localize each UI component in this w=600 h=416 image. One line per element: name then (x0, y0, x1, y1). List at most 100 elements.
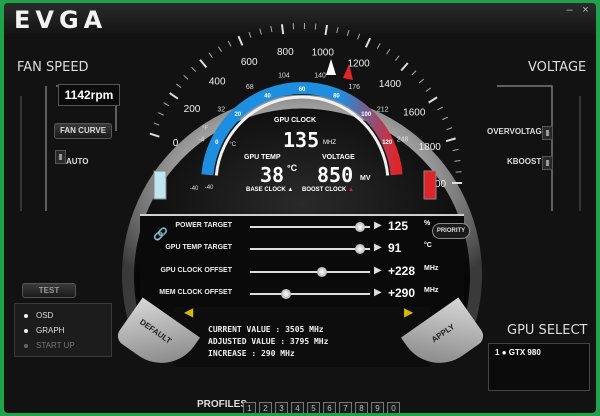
outer-major-tick (428, 96, 438, 104)
outer-minor-tick (376, 43, 381, 49)
outer-major-tick (324, 24, 329, 36)
apply-button-label: APPLY (429, 322, 457, 345)
outer-tick-label: 1200 (348, 59, 371, 70)
slider-track[interactable] (250, 226, 370, 228)
slider-unit: % (424, 220, 431, 227)
gpu-select-title: GPU SELECT (507, 323, 588, 338)
test-button[interactable]: TEST (22, 283, 76, 298)
profile-button[interactable]: 6 (323, 402, 336, 413)
outer-tick-label: 400 (209, 77, 226, 88)
outer-minor-tick (183, 74, 189, 80)
outer-tick-label: 600 (241, 57, 258, 68)
left-arrow-icon[interactable]: ◀ (184, 305, 193, 319)
option-item[interactable]: GRAPH (24, 326, 64, 335)
voltage-level-bar (423, 170, 437, 200)
option-label: OSD (36, 311, 54, 320)
celsius-low-label: -40 (205, 185, 214, 191)
slider-label: GPU TEMP TARGET (165, 244, 232, 251)
slider-unit: MHz (424, 287, 439, 294)
right-arrow-icon[interactable]: ▶ (404, 305, 413, 319)
base-clock-label: BASE CLOCK ▲ (246, 187, 294, 193)
boost-clock-triangle-icon: ▲ (348, 187, 354, 193)
profile-button[interactable]: 1 (243, 402, 256, 413)
slider-value: +228 (388, 264, 416, 278)
option-dot-icon (24, 328, 28, 333)
fahrenheit-tick-label: 68 (246, 84, 254, 91)
outer-minor-tick (314, 23, 317, 30)
fahrenheit-tick-label: 32 (217, 106, 225, 113)
slider-track[interactable] (250, 271, 370, 273)
gpu-list-item[interactable]: 1 ● GTX 980 (495, 348, 541, 357)
gpu-radio-icon: ● (501, 348, 507, 357)
outer-major-tick (149, 132, 160, 138)
celsius-tick-label: 100 (361, 112, 372, 118)
slider-handle[interactable] (281, 289, 291, 299)
slider-handle[interactable] (317, 267, 327, 277)
fahrenheit-low-label: -40 (190, 186, 199, 192)
outer-minor-tick (176, 83, 182, 89)
slider-handle[interactable] (355, 222, 366, 232)
fahrenheit-tick-label: -4 (198, 136, 204, 143)
profile-button[interactable]: 2 (259, 402, 272, 413)
outer-minor-tick (270, 25, 273, 33)
slider-row: GPU CLOCK OFFSET ▶ +228 MHz (140, 263, 440, 281)
outer-minor-tick (191, 66, 197, 72)
fan-level-bar (153, 170, 167, 200)
outer-major-tick (280, 24, 285, 35)
profile-button[interactable]: 4 (291, 402, 304, 413)
celsius-tick-label: 80 (333, 93, 340, 99)
voltage-unit: MV (360, 175, 371, 182)
app-window: EVGA – × FAN SPEED 1142rpm FAN CURVE AUT… (4, 3, 596, 413)
profile-button[interactable]: 5 (307, 402, 320, 413)
option-label: GRAPH (36, 326, 65, 335)
outer-tick-label: 800 (277, 47, 294, 58)
gpu-clock-unit: MHZ (323, 140, 336, 146)
slider-label: GPU CLOCK OFFSET (160, 267, 232, 274)
voltage-value: 850 (317, 163, 354, 187)
gpu-list: 1 ● GTX 980 (488, 343, 590, 391)
outer-tick-label: 1400 (379, 79, 402, 90)
outer-minor-tick (437, 106, 444, 111)
slider-arrow-icon: ▶ (374, 287, 382, 298)
slider-handle[interactable] (355, 244, 366, 254)
gpu-temp-unit: °C (287, 163, 298, 173)
outer-tick-label: 1600 (403, 108, 426, 119)
fahrenheit-tick-label: 176 (348, 84, 360, 91)
option-item[interactable]: OSD (24, 311, 53, 320)
slider-track[interactable] (250, 248, 370, 250)
fahrenheit-tick-label: 140 (314, 72, 326, 79)
profiles-bar: 1234567890 (243, 398, 403, 413)
gpu-temp-value: 38 (260, 163, 285, 187)
current-value-text: CURRENT VALUE : 3505 MHz (208, 325, 324, 334)
fahrenheit-tick-label: 104 (278, 72, 290, 79)
profile-button[interactable]: 3 (275, 402, 288, 413)
slider-track[interactable] (250, 293, 370, 295)
slider-row: GPU TEMP TARGET ▶ 91 °C (140, 240, 440, 258)
outer-minor-tick (163, 102, 170, 107)
profile-button[interactable]: 0 (387, 402, 400, 413)
profile-button[interactable]: 8 (355, 402, 368, 413)
profile-button[interactable]: 7 (339, 402, 352, 413)
gpu-temp-label: GPU TEMP (244, 154, 281, 161)
slider-unit: MHz (424, 265, 439, 272)
outer-minor-tick (411, 70, 417, 76)
fahrenheit-tick-label: 212 (377, 106, 389, 113)
priority-button[interactable]: PRIORITY (432, 223, 470, 239)
outer-major-tick (237, 35, 244, 46)
slider-label: MEM CLOCK OFFSET (159, 289, 232, 296)
outer-zero-label: 0 (173, 138, 179, 149)
option-label: START UP (36, 341, 75, 350)
outer-minor-tick (346, 29, 350, 36)
outer-tick-label: 1800 (419, 142, 442, 153)
slider-value: 91 (388, 241, 402, 255)
option-item[interactable]: START UP (24, 341, 75, 350)
outer-tick-label: 1000 (312, 48, 335, 59)
outer-minor-tick (248, 31, 252, 38)
celsius-tick-label: 60 (299, 87, 306, 93)
profiles-label: PROFILES (197, 399, 248, 410)
profile-button[interactable]: 9 (371, 402, 384, 413)
boost-clock-label: BOOST CLOCK ▲ (302, 187, 354, 193)
voltage-label: VOLTAGE (322, 154, 355, 161)
default-button-label: DEFAULT (138, 317, 174, 346)
outer-minor-tick (454, 159, 461, 162)
